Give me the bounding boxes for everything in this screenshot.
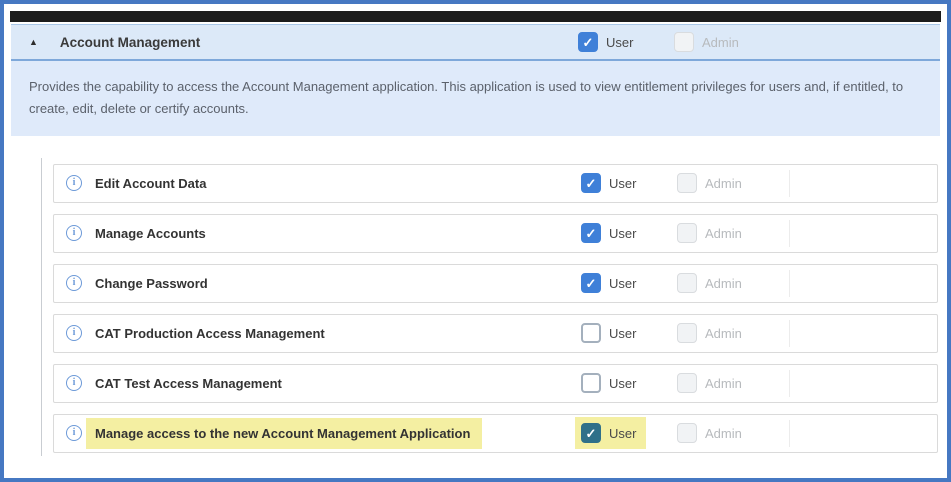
user-label: User bbox=[609, 426, 636, 441]
check-icon: ✓ bbox=[586, 277, 597, 290]
column-divider bbox=[789, 170, 790, 197]
entitlement-row-new-account-management-app: i Manage access to the new Account Manag… bbox=[53, 414, 938, 453]
user-checkbox-group: ✓ User bbox=[581, 373, 636, 393]
admin-checkbox-group: ✓ Admin bbox=[677, 323, 742, 343]
check-icon: ✓ bbox=[583, 36, 594, 49]
section-description: Provides the capability to access the Ac… bbox=[11, 61, 940, 136]
admin-label: Admin bbox=[705, 226, 742, 241]
header-user-checkbox-group: ✓ User bbox=[578, 32, 633, 52]
admin-checkbox-group: ✓ Admin bbox=[677, 423, 742, 443]
entitlement-label: Change Password bbox=[95, 276, 208, 291]
user-checkbox-group: ✓ User bbox=[581, 273, 636, 293]
entitlement-label: Manage Accounts bbox=[95, 226, 206, 241]
entitlement-list: i Edit Account Data ✓ User ✓ Admin i Man… bbox=[11, 164, 940, 453]
user-label: User bbox=[609, 226, 636, 241]
admin-checkbox-group: ✓ Admin bbox=[677, 273, 742, 293]
info-icon[interactable]: i bbox=[66, 375, 82, 391]
user-checkbox-group: ✓ User bbox=[581, 223, 636, 243]
column-divider bbox=[789, 220, 790, 247]
admin-checkbox[interactable]: ✓ bbox=[677, 273, 697, 293]
info-icon-glyph: i bbox=[73, 428, 76, 438]
admin-checkbox[interactable]: ✓ bbox=[677, 173, 697, 193]
entitlement-row-manage-accounts: i Manage Accounts ✓ User ✓ Admin bbox=[53, 214, 938, 253]
entitlement-row-cat-test-access: i CAT Test Access Management ✓ User ✓ Ad… bbox=[53, 364, 938, 403]
user-label: User bbox=[609, 276, 636, 291]
entitlement-row-cat-production-access: i CAT Production Access Management ✓ Use… bbox=[53, 314, 938, 353]
admin-checkbox[interactable]: ✓ bbox=[677, 223, 697, 243]
admin-checkbox-group: ✓ Admin bbox=[677, 223, 742, 243]
user-checkbox[interactable]: ✓ bbox=[581, 273, 601, 293]
entitlement-label: Edit Account Data bbox=[95, 176, 206, 191]
user-checkbox[interactable]: ✓ bbox=[581, 373, 601, 393]
admin-checkbox-group: ✓ Admin bbox=[677, 373, 742, 393]
column-divider bbox=[789, 420, 790, 447]
user-checkbox[interactable]: ✓ bbox=[581, 173, 601, 193]
info-icon-glyph: i bbox=[73, 328, 76, 338]
account-management-panel: ▲ Account Management ✓ User ✓ Admin Prov… bbox=[0, 0, 951, 482]
admin-label: Admin bbox=[705, 426, 742, 441]
info-icon-glyph: i bbox=[73, 278, 76, 288]
user-checkbox[interactable]: ✓ bbox=[581, 423, 601, 443]
check-icon: ✓ bbox=[586, 177, 597, 190]
section-title: Account Management bbox=[60, 35, 200, 50]
info-icon-glyph: i bbox=[73, 378, 76, 388]
header-user-checkbox[interactable]: ✓ bbox=[578, 32, 598, 52]
check-icon: ✓ bbox=[586, 227, 597, 240]
admin-checkbox-group: ✓ Admin bbox=[677, 173, 742, 193]
info-icon[interactable]: i bbox=[66, 275, 82, 291]
admin-checkbox[interactable]: ✓ bbox=[677, 323, 697, 343]
admin-label: Admin bbox=[705, 176, 742, 191]
header-admin-label: Admin bbox=[702, 35, 739, 50]
top-black-bar bbox=[10, 11, 941, 22]
user-checkbox[interactable]: ✓ bbox=[581, 223, 601, 243]
check-icon: ✓ bbox=[586, 427, 597, 440]
info-icon[interactable]: i bbox=[66, 175, 82, 191]
user-checkbox[interactable]: ✓ bbox=[581, 323, 601, 343]
entitlement-label: Manage access to the new Account Managem… bbox=[86, 418, 482, 449]
entitlement-row-change-password: i Change Password ✓ User ✓ Admin bbox=[53, 264, 938, 303]
info-icon-glyph: i bbox=[73, 178, 76, 188]
info-icon-glyph: i bbox=[73, 228, 76, 238]
user-checkbox-group: ✓ User bbox=[581, 323, 636, 343]
entitlement-label: CAT Production Access Management bbox=[95, 326, 325, 341]
info-icon[interactable]: i bbox=[66, 325, 82, 341]
user-label: User bbox=[609, 326, 636, 341]
info-icon[interactable]: i bbox=[66, 225, 82, 241]
user-checkbox-group: ✓ User bbox=[581, 173, 636, 193]
header-admin-checkbox[interactable]: ✓ bbox=[674, 32, 694, 52]
entitlement-row-edit-account-data: i Edit Account Data ✓ User ✓ Admin bbox=[53, 164, 938, 203]
collapse-triangle-icon[interactable]: ▲ bbox=[29, 38, 38, 47]
admin-label: Admin bbox=[705, 276, 742, 291]
admin-checkbox[interactable]: ✓ bbox=[677, 423, 697, 443]
admin-label: Admin bbox=[705, 326, 742, 341]
admin-label: Admin bbox=[705, 376, 742, 391]
header-admin-checkbox-group: ✓ Admin bbox=[674, 32, 739, 52]
user-label: User bbox=[609, 376, 636, 391]
header-user-label: User bbox=[606, 35, 633, 50]
user-checkbox-group: ✓ User bbox=[575, 417, 646, 449]
section-header[interactable]: ▲ Account Management ✓ User ✓ Admin bbox=[11, 24, 940, 61]
admin-checkbox[interactable]: ✓ bbox=[677, 373, 697, 393]
column-divider bbox=[789, 270, 790, 297]
info-icon[interactable]: i bbox=[66, 425, 82, 441]
column-divider bbox=[789, 320, 790, 347]
column-divider bbox=[789, 370, 790, 397]
user-label: User bbox=[609, 176, 636, 191]
entitlement-label: CAT Test Access Management bbox=[95, 376, 282, 391]
left-guide-line bbox=[41, 158, 42, 456]
